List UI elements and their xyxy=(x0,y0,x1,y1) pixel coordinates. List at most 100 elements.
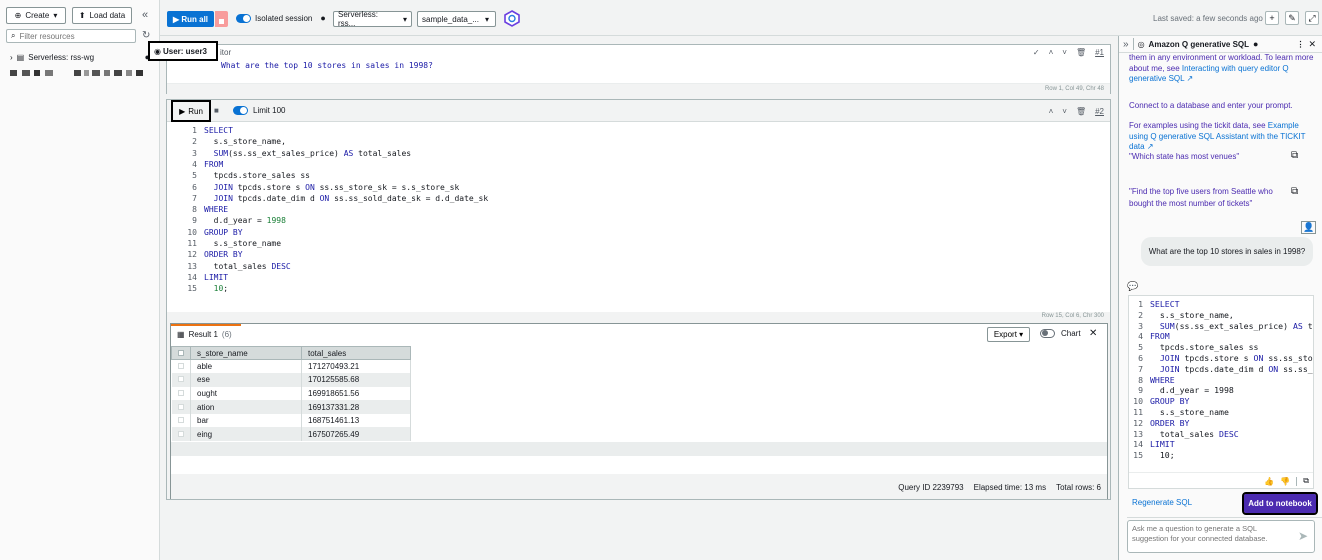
total-rows: Total rows: 6 xyxy=(1056,483,1101,492)
row-checkbox[interactable] xyxy=(171,427,191,442)
table-cell: 170125585.68 xyxy=(301,373,411,387)
table-row[interactable]: ation 169137331.28 xyxy=(171,400,411,414)
line-number: 12 xyxy=(1133,417,1143,428)
isolated-session-toggle[interactable]: Isolated session ● xyxy=(236,13,326,23)
code-line: s.s_store_name xyxy=(204,239,282,248)
close-icon[interactable]: ✕ xyxy=(1089,328,1097,339)
line-number: 9 xyxy=(1138,385,1143,396)
row-checkbox[interactable] xyxy=(171,359,191,374)
filter-resources-field[interactable]: ⌕ xyxy=(6,29,136,43)
amazon-q-icon[interactable] xyxy=(504,10,520,27)
prompt-input-box[interactable]: ➤ xyxy=(1127,520,1315,553)
feedback-bar: 👍 👎 ⧉ xyxy=(1129,472,1313,488)
send-icon[interactable]: ➤ xyxy=(1298,529,1308,543)
toggle-switch[interactable] xyxy=(1040,329,1055,338)
create-button[interactable]: ⊕ Create ▾ xyxy=(6,7,66,24)
collapse-icon[interactable]: » xyxy=(1123,39,1129,50)
tree-item-label: Serverless: rss-wg xyxy=(28,52,95,62)
line-number: 10 xyxy=(187,227,197,237)
line-number: 5 xyxy=(1138,342,1143,353)
thumbs-down-icon[interactable]: 👎 xyxy=(1280,477,1290,486)
code-line: ORDER BY xyxy=(204,250,243,260)
chevron-up-icon[interactable]: ˄ xyxy=(1049,48,1054,57)
add-icon[interactable]: + xyxy=(1265,11,1279,25)
stop-button[interactable] xyxy=(215,11,228,27)
column-header[interactable]: s_store_name xyxy=(190,346,302,360)
prompt-input[interactable] xyxy=(1132,524,1292,550)
chevron-down-icon[interactable]: ˅ xyxy=(1062,48,1067,57)
load-data-label: Load data xyxy=(89,11,126,20)
tree-item-serverless[interactable]: › ▤ Serverless: rss-wg ● xyxy=(10,52,150,62)
fullscreen-icon[interactable]: ⤢ xyxy=(1305,11,1319,25)
info-icon[interactable]: ● xyxy=(320,13,325,23)
table-row[interactable]: eing 167507265.49 xyxy=(171,427,411,442)
table-cell: ation xyxy=(190,400,302,414)
edit-icon[interactable]: ✎ xyxy=(1285,11,1299,25)
row-checkbox[interactable] xyxy=(171,400,191,414)
amazon-q-panel: » ◎ Amazon Q generative SQL ● ⋮ ✕ them i… xyxy=(1118,36,1322,560)
chevron-down-icon[interactable]: ˅ xyxy=(1062,107,1067,116)
copy-icon[interactable]: ⧉ xyxy=(1291,150,1298,161)
row-checkbox[interactable] xyxy=(171,386,191,401)
table-cell: ese xyxy=(190,373,302,387)
prompt-text[interactable]: What are the top 10 stores in sales in 1… xyxy=(221,61,433,70)
row-checkbox[interactable] xyxy=(171,413,191,428)
close-icon[interactable]: ✕ xyxy=(1308,39,1316,50)
collapse-panel-icon[interactable]: « xyxy=(142,9,148,21)
user-icon: ◉ xyxy=(154,46,161,56)
table-row[interactable]: able 171270493.21 xyxy=(171,359,411,374)
line-number: 1 xyxy=(192,126,197,135)
run-button[interactable]: ▶ Run xyxy=(171,100,211,122)
cell-status-bar: Row 15, Col 6, Chr 300 xyxy=(167,312,1110,322)
copy-icon[interactable]: ⧉ xyxy=(1291,186,1298,197)
play-icon: ▶ xyxy=(179,106,186,116)
line-number: 10 xyxy=(1133,396,1143,407)
export-button[interactable]: Export ▾ xyxy=(987,327,1030,342)
stop-icon[interactable]: ■ xyxy=(214,106,219,115)
chart-toggle[interactable]: Chart xyxy=(1040,329,1081,338)
database-select[interactable]: sample_data_... ▾ xyxy=(417,11,496,27)
filter-resources-input[interactable] xyxy=(19,31,130,41)
select-all-column[interactable] xyxy=(171,346,191,360)
assistant-title: Amazon Q generative SQL xyxy=(1148,39,1250,49)
connection-select[interactable]: Serverless: rss... ▾ xyxy=(333,10,412,28)
line-number: 6 xyxy=(192,182,197,192)
add-to-notebook-button[interactable]: Add to notebook xyxy=(1242,492,1318,515)
table-cell: able xyxy=(190,359,302,374)
thumbs-up-icon[interactable]: 👍 xyxy=(1264,477,1274,486)
cell-markdown[interactable]: ✓ ˄ ˅ 🗑 #1 ◉ User: user3 itor What are t… xyxy=(148,41,1111,94)
toggle-switch[interactable] xyxy=(233,106,248,115)
refresh-icon[interactable]: ↻ xyxy=(142,30,150,41)
table-row[interactable]: ese 170125585.68 xyxy=(171,373,411,387)
external-link-icon: ↗ xyxy=(1186,74,1194,83)
limit-toggle[interactable]: Limit 100 xyxy=(233,106,285,115)
amazon-q-icon: ◎ xyxy=(1137,39,1145,49)
check-icon[interactable]: ✓ xyxy=(1033,48,1040,57)
table-cell: 167507265.49 xyxy=(301,427,411,442)
trash-icon[interactable]: 🗑 xyxy=(1076,48,1086,57)
copy-icon[interactable]: ⧉ xyxy=(1303,476,1309,486)
column-header[interactable]: total_sales xyxy=(301,346,411,360)
suggestion-prompt[interactable]: "Find the top five users from Seattle wh… xyxy=(1129,186,1279,210)
table-row[interactable]: bar 168751461.13 xyxy=(171,413,411,428)
sql-suggestion-box: 1 2 3 4 5 6 7 8 9 10 11 12 13 14 15 SELECT s.s_store_n… xyxy=(1128,295,1314,489)
suggestion-prompt[interactable]: "Which state has most venues" xyxy=(1129,152,1284,161)
load-data-button[interactable]: ⬆ Load data xyxy=(72,7,132,24)
toggle-switch[interactable] xyxy=(236,13,251,23)
tab-result-1[interactable]: ▦ Result 1 (6) xyxy=(171,324,241,343)
regenerate-sql-link[interactable]: Regenerate SQL xyxy=(1132,498,1192,507)
results-panel: ▦ Result 1 (6) Export ▾ Chart ✕ s_store_… xyxy=(170,323,1108,499)
cell-type-label: itor xyxy=(220,48,232,57)
code-line: d.d_year = 1998 xyxy=(204,216,286,226)
table-row[interactable]: ought 169918651.56 xyxy=(171,386,411,401)
line-number: 15 xyxy=(1133,450,1143,461)
info-icon[interactable]: ● xyxy=(1253,39,1258,49)
chevron-up-icon[interactable]: ˄ xyxy=(1049,107,1054,116)
code-line: WHERE xyxy=(204,205,229,215)
row-checkbox[interactable] xyxy=(171,373,191,387)
line-number: 11 xyxy=(187,239,197,248)
run-all-button[interactable]: ▶ Run all xyxy=(167,11,214,27)
trash-icon[interactable]: 🗑 xyxy=(1076,107,1086,116)
database-value: sample_data_... xyxy=(422,14,479,24)
more-options-icon[interactable]: ⋮ xyxy=(1296,40,1304,49)
